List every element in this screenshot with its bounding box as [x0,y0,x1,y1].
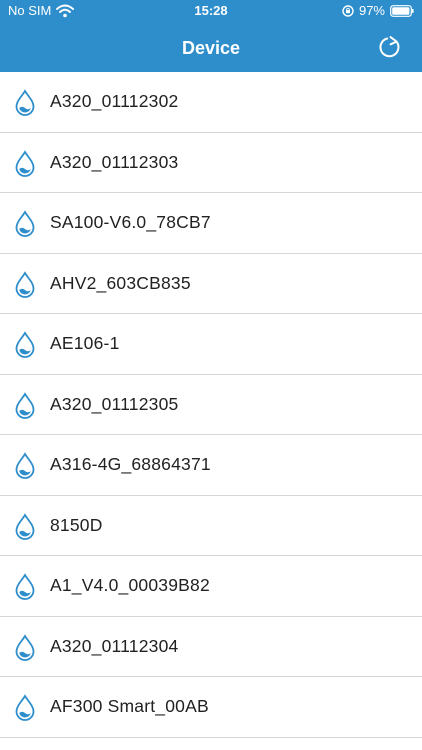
water-drop-icon [15,89,35,116]
device-name: A316-4G_68864371 [50,454,211,475]
water-drop-icon [15,452,35,479]
device-list-item[interactable]: AF300 Smart_00AB [0,677,422,738]
water-drop-icon [15,331,35,358]
water-drop-icon [15,391,35,419]
device-list-item[interactable]: AHV2_603CB835 [0,254,422,314]
device-name: A320_01112304 [50,635,179,656]
water-drop-icon [15,573,35,600]
device-list-item[interactable]: A320_01112304 [0,617,422,677]
device-list-item[interactable]: A320_01112303 [0,133,422,193]
device-name: SA100-V6.0_78CB7 [50,212,211,233]
device-list-item[interactable]: SA100-V6.0_78CB7 [0,193,422,254]
status-bar: No SIM 15:28 97% [0,0,422,22]
battery-percentage: 97% [358,3,385,18]
device-name: AHV2_603CB835 [50,272,191,293]
water-drop-icon [15,149,35,177]
device-name: 8150D [50,514,103,535]
water-drop-icon [15,270,35,298]
device-list-item[interactable]: 8150D [0,496,422,556]
device-name: A320_01112303 [50,151,179,172]
device-name: A320_01112302 [50,91,179,112]
device-name: A1_V4.0_00039B82 [50,575,210,596]
device-list-item[interactable]: A320_01112302 [0,72,422,133]
device-screen: No SIM 15:28 97% Device A320_01112302 A3… [0,0,422,750]
water-drop-icon [15,633,35,661]
device-name: A320_01112305 [50,393,179,414]
device-name: AF300 Smart_00AB [50,696,209,717]
battery-icon [390,5,414,17]
water-drop-icon [15,210,35,237]
refresh-icon[interactable] [376,33,404,61]
page-title: Device [181,38,241,58]
device-list: A320_01112302 A320_01112303 SA100-V6.0_78C… [0,72,422,738]
rotation-lock-icon [342,5,354,17]
device-name: AE106-1 [50,333,120,354]
device-list-item[interactable]: A1_V4.0_00039B82 [0,556,422,617]
device-list-item[interactable]: A320_01112305 [0,375,422,435]
water-drop-icon [15,694,35,721]
device-list-item[interactable]: A316-4G_68864371 [0,435,422,496]
water-drop-icon [15,512,35,540]
header-bar: No SIM 15:28 97% Device [0,0,422,72]
device-list-item[interactable]: AE106-1 [0,314,422,375]
status-indicators: 97% [342,0,414,22]
